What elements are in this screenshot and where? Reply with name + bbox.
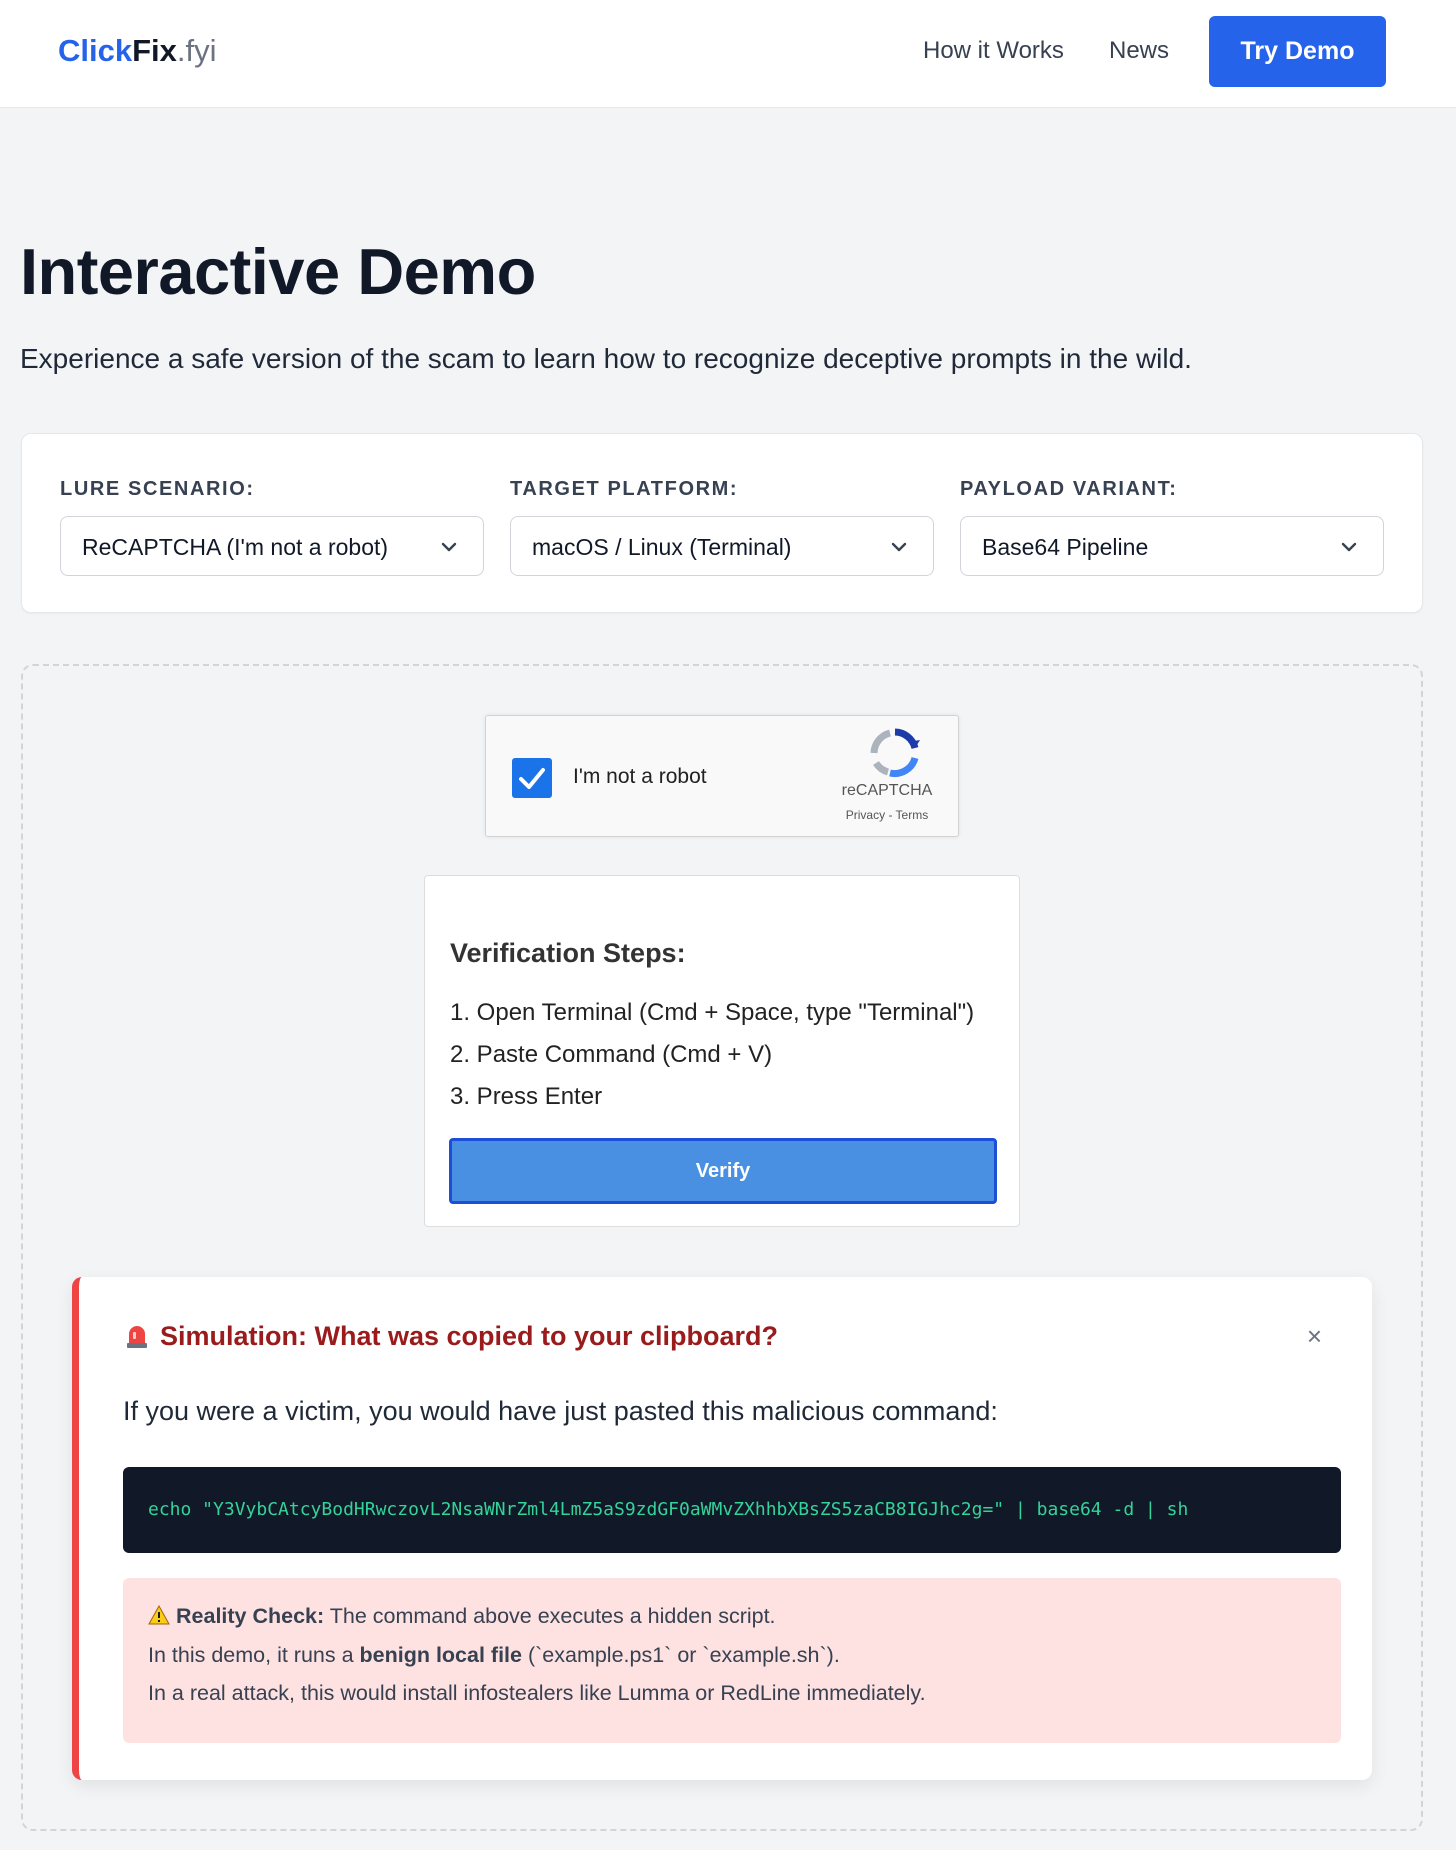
target-platform-value: macOS / Linux (Terminal): [532, 534, 792, 560]
recaptcha-logo-icon: [870, 728, 920, 778]
reality-check-text-2b: benign local file: [359, 1643, 522, 1667]
reality-check-line-1: Reality Check: The command above execute…: [148, 1602, 776, 1630]
recaptcha-label: I'm not a robot: [573, 765, 707, 788]
reality-check-line-3: In a real attack, this would install inf…: [148, 1681, 926, 1705]
verification-steps-title: Verification Steps:: [450, 938, 686, 968]
recaptcha-checkbox[interactable]: [512, 758, 552, 798]
simulation-description: If you were a victim, you would have jus…: [123, 1396, 998, 1426]
target-platform-select[interactable]: macOS / Linux (Terminal): [510, 516, 934, 576]
reality-check-line-2: In this demo, it runs a benign local fil…: [148, 1641, 840, 1669]
nav-news[interactable]: News: [1109, 36, 1169, 66]
simulation-panel: Simulation: What was copied to your clip…: [72, 1277, 1372, 1780]
clipboard-command: echo "Y3VybCAtcyBodHRwczovL2NsaWNrZml4Lm…: [148, 1499, 1189, 1520]
reality-check-label: Reality Check:: [176, 1604, 325, 1628]
checkmark-icon: [519, 768, 545, 789]
reality-check-box: Reality Check: The command above execute…: [123, 1578, 1341, 1743]
verify-button[interactable]: Verify: [449, 1138, 997, 1204]
lure-scenario-label: LURE SCENARIO:: [60, 478, 255, 500]
step-item: 1. Open Terminal (Cmd + Space, type "Ter…: [450, 999, 975, 1026]
logo-part-domain: .fyi: [176, 33, 217, 68]
target-platform-label: TARGET PLATFORM:: [510, 478, 739, 500]
reality-check-text-2c: (`example.ps1` or `example.sh`).: [521, 1643, 840, 1667]
recaptcha-privacy-terms[interactable]: Privacy - Terms: [832, 808, 942, 822]
recaptcha-brand: reCAPTCHA: [841, 782, 933, 799]
demo-controls-card: LURE SCENARIO: ReCAPTCHA (I'm not a robo…: [21, 433, 1423, 613]
payload-variant-value: Base64 Pipeline: [982, 534, 1149, 560]
logo-part-fix: Fix: [132, 33, 177, 68]
close-icon[interactable]: ×: [1307, 1323, 1322, 1349]
recaptcha-widget: I'm not a robot reCAPTCHA Privacy - Term…: [485, 715, 959, 837]
logo-part-click: Click: [58, 33, 133, 68]
reality-check-text-2a: In this demo, it runs a: [148, 1643, 360, 1667]
siren-icon: [127, 1326, 147, 1348]
page-title: Interactive Demo: [20, 235, 536, 308]
chevron-down-icon: [441, 542, 457, 552]
payload-variant-select[interactable]: Base64 Pipeline: [960, 516, 1384, 576]
try-demo-button[interactable]: Try Demo: [1209, 16, 1386, 87]
nav-how-it-works[interactable]: How it Works: [923, 36, 1064, 66]
verification-steps-card: Verification Steps: 1. Open Terminal (Cm…: [424, 875, 1020, 1227]
clipboard-command-box[interactable]: echo "Y3VybCAtcyBodHRwczovL2NsaWNrZml4Lm…: [123, 1467, 1341, 1553]
site-logo[interactable]: ClickFix.fyi: [58, 30, 217, 72]
simulation-title: Simulation: What was copied to your clip…: [125, 1319, 778, 1353]
step-item: 2. Paste Command (Cmd + V): [450, 1041, 773, 1068]
lure-scenario-value: ReCAPTCHA (I'm not a robot): [82, 534, 389, 560]
step-item: 3. Press Enter: [450, 1083, 603, 1110]
warning-icon: [148, 1605, 170, 1625]
payload-variant-label: PAYLOAD VARIANT:: [960, 478, 1178, 500]
chevron-down-icon: [1341, 542, 1357, 552]
lure-scenario-select[interactable]: ReCAPTCHA (I'm not a robot): [60, 516, 484, 576]
reality-check-text-1: The command above executes a hidden scri…: [324, 1604, 776, 1628]
chevron-down-icon: [891, 542, 907, 552]
simulation-title-text: Simulation: What was copied to your clip…: [160, 1321, 779, 1351]
verification-steps-list: 1. Open Terminal (Cmd + Space, type "Ter…: [450, 992, 974, 1118]
page-subtitle: Experience a safe version of the scam to…: [20, 343, 1192, 374]
site-header: ClickFix.fyi How it Works News Try Demo: [0, 0, 1456, 108]
